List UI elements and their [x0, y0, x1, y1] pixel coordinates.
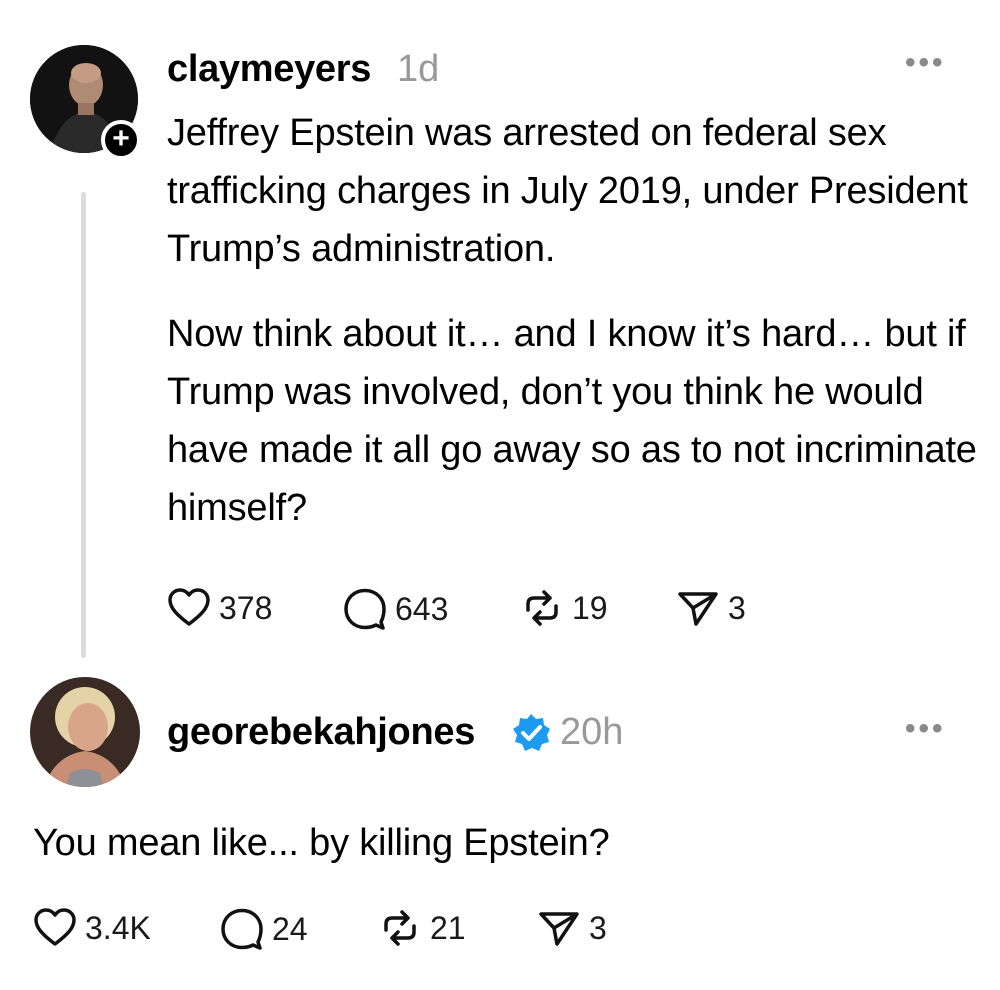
- share-button[interactable]: 3: [676, 588, 746, 628]
- repost-count: 19: [572, 589, 608, 626]
- repost-icon: [384, 910, 416, 946]
- comment-icon: [221, 908, 263, 950]
- comment-icon: [344, 588, 386, 630]
- thread-line: [81, 192, 86, 658]
- share-count: 3: [728, 589, 746, 626]
- more-icon[interactable]: •••: [905, 46, 946, 80]
- post-paragraph: Jeffrey Epstein was arrested on federal …: [167, 112, 968, 270]
- like-button[interactable]: 3.4K: [33, 908, 151, 948]
- reply-count: 643: [395, 590, 449, 627]
- post-paragraph: Now think about it… and I know it’s hard…: [167, 313, 977, 529]
- like-count: 3.4K: [85, 909, 151, 946]
- reply-count: 24: [272, 910, 308, 947]
- heart-icon: [168, 588, 210, 626]
- post-time: 1d: [397, 48, 440, 90]
- reply-button[interactable]: 643: [343, 588, 448, 630]
- repost-button[interactable]: 21: [378, 908, 466, 948]
- repost-count: 21: [430, 909, 466, 946]
- reply-button[interactable]: 24: [220, 908, 308, 950]
- share-count: 3: [589, 909, 607, 946]
- share-icon: [539, 912, 579, 946]
- follow-plus-icon: +: [112, 121, 130, 155]
- heart-icon: [34, 908, 76, 946]
- more-icon[interactable]: •••: [905, 712, 946, 746]
- like-button[interactable]: 378: [167, 588, 272, 628]
- like-count: 378: [219, 589, 273, 626]
- follow-button[interactable]: +: [101, 120, 141, 160]
- post-username[interactable]: georebekahjones: [167, 711, 475, 754]
- repost-button[interactable]: 19: [520, 588, 608, 628]
- verified-badge-icon: [513, 714, 550, 751]
- repost-icon: [526, 590, 558, 626]
- share-icon: [678, 592, 718, 626]
- post-time: 20h: [560, 711, 624, 753]
- post-username[interactable]: claymeyers: [167, 48, 371, 91]
- reply-body: You mean like... by killing Epstein?: [33, 822, 610, 864]
- share-button[interactable]: 3: [537, 908, 607, 948]
- avatar-georebekahjones[interactable]: [30, 677, 140, 787]
- post-body: Jeffrey Epstein was arrested on federal …: [167, 104, 977, 537]
